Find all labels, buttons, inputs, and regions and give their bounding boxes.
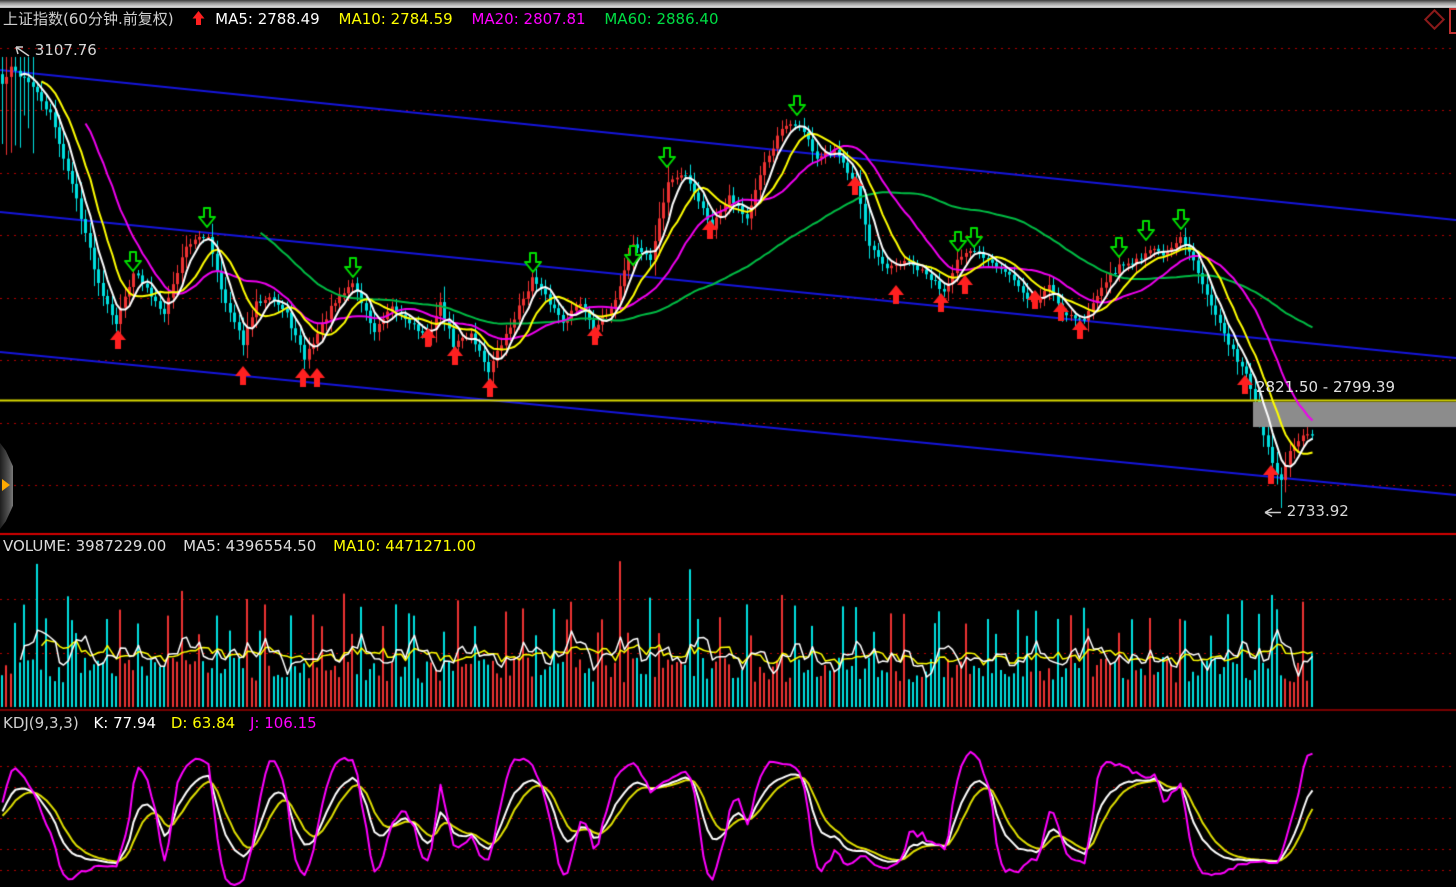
edge-rect-icon bbox=[1449, 8, 1456, 34]
low-price-value: 2733.92 bbox=[1287, 502, 1349, 520]
main-chart-header: 上证指数(60分钟.前复权) MA5: 2788.49 MA10: 2784.5… bbox=[3, 10, 733, 28]
kdj-params: KDJ(9,3,3) bbox=[3, 714, 79, 732]
volume-header: VOLUME: 3987229.00 MA5: 4396554.50 MA10:… bbox=[3, 537, 488, 555]
chart-title: 上证指数(60分钟.前复权) bbox=[3, 10, 174, 28]
up-arrow-icon bbox=[192, 10, 205, 26]
gap-range-label: 2821.50 - 2799.39 bbox=[1256, 378, 1395, 396]
ma20-value: MA20: 2807.81 bbox=[471, 10, 585, 28]
kdj-j-value: J: 106.15 bbox=[250, 714, 317, 732]
kdj-d-value: D: 63.84 bbox=[171, 714, 235, 732]
trading-terminal: 上证指数(60分钟.前复权) MA5: 2788.49 MA10: 2784.5… bbox=[0, 0, 1456, 887]
low-price-label: 2733.92 bbox=[1263, 502, 1349, 520]
high-price-label: 3107.76 bbox=[14, 41, 97, 59]
volume-value: VOLUME: 3987229.00 bbox=[3, 537, 166, 555]
stock-chart-canvas[interactable] bbox=[0, 0, 1456, 887]
left-arrow-icon bbox=[1263, 507, 1282, 518]
kdj-header: KDJ(9,3,3) K: 77.94 D: 63.84 J: 106.15 bbox=[3, 714, 327, 732]
volume-ma5-value: MA5: 4396554.50 bbox=[183, 537, 316, 555]
ma5-value: MA5: 2788.49 bbox=[215, 10, 320, 28]
gap-range-value: 2821.50 - 2799.39 bbox=[1256, 378, 1395, 396]
kdj-k-value: K: 77.94 bbox=[93, 714, 156, 732]
volume-ma10-value: MA10: 4471271.00 bbox=[333, 537, 476, 555]
ma10-value: MA10: 2784.59 bbox=[339, 10, 453, 28]
high-price-value: 3107.76 bbox=[35, 41, 97, 59]
ma60-value: MA60: 2886.40 bbox=[604, 10, 718, 28]
expand-arrow-icon bbox=[2, 479, 10, 491]
window-top-edge bbox=[0, 0, 1456, 8]
high-pointer-icon bbox=[14, 44, 30, 57]
